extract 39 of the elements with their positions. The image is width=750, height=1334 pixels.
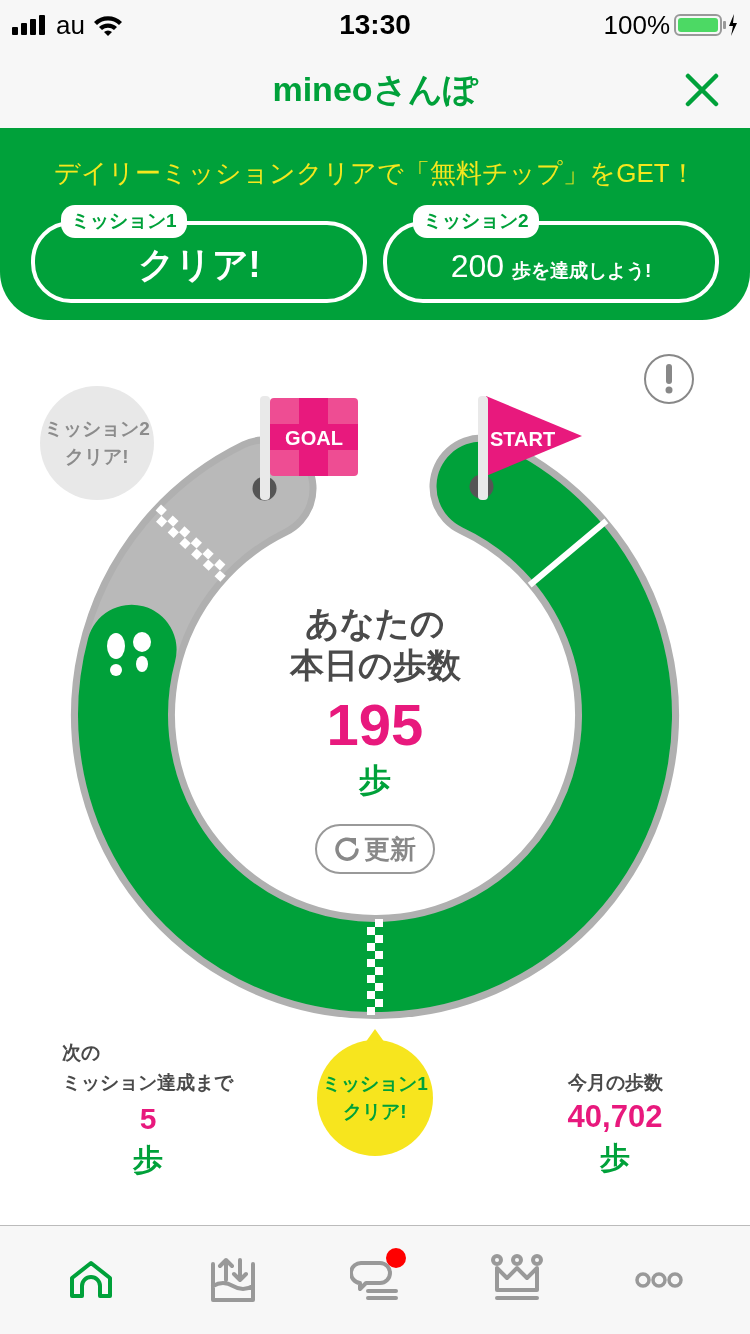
close-icon [685,73,719,107]
step-unit: 歩 [359,761,391,800]
exchange-icon [209,1256,257,1304]
next-mission-label: ミッション達成まで [62,1071,234,1095]
mission-label: ミッション2 [413,205,539,238]
mission-status: クリア! [137,243,261,287]
today-steps: 195 [326,690,424,760]
app-title: mineoさんぽ [272,68,478,110]
wifi-icon [92,14,123,36]
bubble-text: ミッション2 [44,417,150,441]
bubble-text: ミッション1 [322,1072,428,1096]
refresh-icon [334,836,360,862]
info-button[interactable] [644,354,694,404]
battery-percent: 100% [603,8,670,42]
bubble-text: クリア! [343,1100,407,1124]
bubble-text: クリア! [65,445,129,469]
refresh-button[interactable]: 更新 [315,824,435,874]
step-unit: 歩 [133,1142,163,1178]
step-unit: 歩 [600,1140,630,1176]
status-time: 13:30 [339,8,411,42]
next-mission-label: 次の [62,1041,101,1065]
chat-icon [350,1259,400,1301]
remaining-steps: 5 [139,1100,157,1138]
month-label: 今月の歩数 [567,1071,663,1095]
exclamation-icon [665,364,673,394]
start-label: START [490,427,556,452]
month-steps: 40,702 [567,1098,663,1136]
mission-goal-text: 歩を達成しよう! [512,259,652,283]
today-label: 本日の歩数 [289,645,461,686]
mission-step-count: 200 [450,247,505,286]
mission-label: ミッション1 [61,205,187,238]
banner-headline: デイリーミッションクリアで「無料チップ」をGET！ [54,157,696,190]
battery-icon [674,12,738,38]
signal-icon [12,15,48,35]
carrier-name: au [56,8,85,42]
more-icon [635,1271,683,1289]
home-icon [68,1260,114,1300]
today-label: あなたの [305,603,445,644]
goal-label: GOAL [284,426,344,451]
